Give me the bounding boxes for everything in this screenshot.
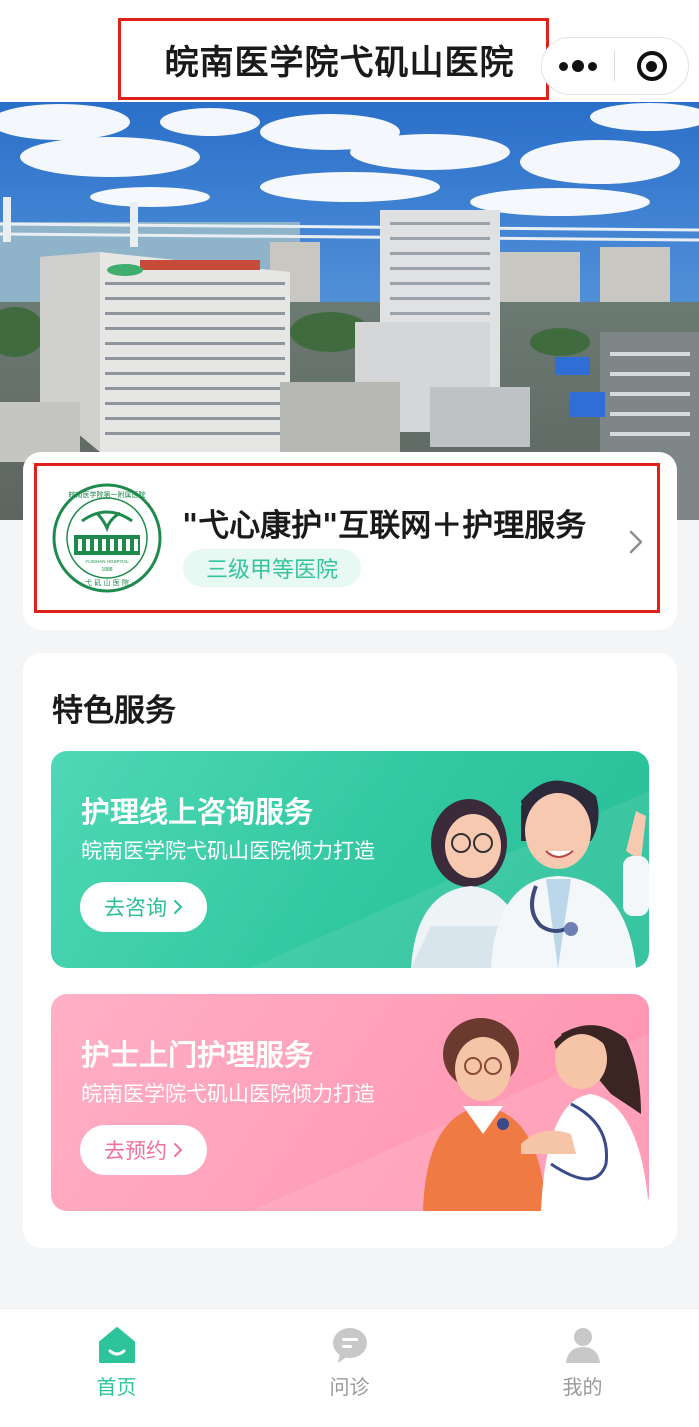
tab-label: 我的	[562, 1375, 603, 1399]
chevron-right-icon	[174, 1143, 182, 1157]
logo-year: 1888	[101, 567, 112, 573]
bottom-tab-bar: 首页 问诊 我的	[0, 1308, 699, 1427]
logo-text-top: 皖南医学院第一附属医院	[69, 490, 146, 499]
section-title: 特色服务	[52, 693, 176, 729]
tab-label: 首页	[96, 1375, 137, 1399]
miniprogram-capsule	[541, 37, 689, 95]
tab-label: 问诊	[329, 1375, 370, 1399]
service-title: 护士上门护理服务	[81, 1038, 314, 1072]
user-icon	[565, 1328, 600, 1363]
logo-text-bottom: 弋 矶 山 医 院	[85, 578, 129, 587]
tab-home[interactable]: 首页	[0, 1309, 233, 1427]
online-consult-card[interactable]: 护理线上咨询服务 皖南医学院弋矶山医院倾力打造 去咨询	[51, 751, 649, 968]
service-title: 护理线上咨询服务	[81, 795, 314, 829]
book-button[interactable]: 去预约	[80, 1125, 207, 1175]
logo-text-en: YIJISHAN HOSPITAL	[85, 559, 129, 564]
chat-icon	[332, 1328, 367, 1363]
home-nursing-card[interactable]: 护士上门护理服务 皖南医学院弋矶山医院倾力打造 去预约	[51, 994, 649, 1211]
consult-button-label: 去咨询	[104, 896, 167, 920]
service-subtitle: 皖南医学院弋矶山医院倾力打造	[81, 1082, 375, 1106]
target-circle-icon[interactable]	[615, 38, 688, 94]
home-icon	[98, 1327, 135, 1363]
book-button-label: 去预约	[104, 1139, 167, 1163]
hospital-service-name: "弋心康护"互联网＋护理服务	[182, 508, 587, 544]
service-subtitle: 皖南医学院弋矶山医院倾力打造	[81, 839, 375, 863]
chevron-right-icon	[174, 900, 182, 914]
hospital-level-badge: 三级甲等医院	[183, 549, 361, 587]
consult-button[interactable]: 去咨询	[80, 882, 207, 932]
tab-profile[interactable]: 我的	[466, 1309, 699, 1427]
tab-consult[interactable]: 问诊	[233, 1309, 466, 1427]
page-title: 皖南医学院弋矶山医院	[118, 18, 549, 100]
hospital-logo: YIJISHAN HOSPITAL 1888 皖南医学院第一附属医院 弋 矶 山…	[52, 483, 162, 593]
more-dots-icon[interactable]	[542, 38, 614, 94]
navigation-bar: 皖南医学院弋矶山医院	[0, 0, 699, 102]
chevron-right-icon[interactable]	[628, 529, 644, 555]
